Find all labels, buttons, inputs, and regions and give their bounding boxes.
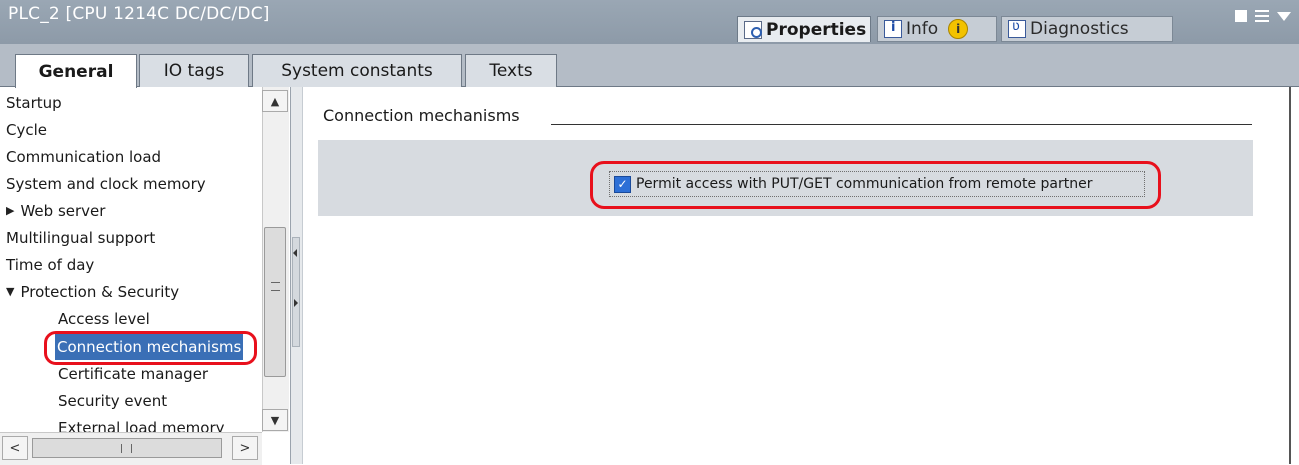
nav-item-label: Startup bbox=[6, 93, 62, 112]
nav-item-label: System and clock memory bbox=[6, 174, 206, 193]
nav-item-connection-mechanisms[interactable]: Connection mechanisms bbox=[53, 332, 245, 361]
vertical-scroll-thumb[interactable] bbox=[264, 227, 286, 377]
float-window-icon[interactable] bbox=[1235, 10, 1247, 22]
nav-item-multilingual-support[interactable]: Multilingual support bbox=[6, 224, 155, 251]
tab-diagnostics[interactable]: Diagnostics bbox=[1001, 16, 1173, 42]
window-controls bbox=[1235, 10, 1291, 22]
right-border bbox=[1289, 87, 1299, 464]
expand-right-icon[interactable] bbox=[294, 299, 298, 307]
chevron-down-icon[interactable] bbox=[1277, 11, 1291, 21]
nav-item-protection-security[interactable]: ▼ Protection & Security bbox=[6, 278, 179, 305]
nav-item-label: Multilingual support bbox=[6, 228, 156, 247]
tab-system-constants[interactable]: System constants bbox=[252, 54, 462, 87]
nav-item-communication-load[interactable]: Communication load bbox=[6, 143, 161, 170]
nav-item-label: Web server bbox=[20, 201, 106, 220]
nav-item-time-of-day[interactable]: Time of day bbox=[6, 251, 94, 278]
permit-put-get-checkbox[interactable]: ✓ bbox=[614, 175, 631, 193]
nav-item-access-level[interactable]: Access level bbox=[58, 305, 150, 332]
tab-info[interactable]: Info i bbox=[877, 16, 997, 42]
info-warning-icon: i bbox=[948, 19, 969, 39]
expand-arrow-icon[interactable]: ▶ bbox=[6, 204, 14, 217]
scroll-right-icon[interactable]: > bbox=[232, 436, 258, 460]
tab-properties-label: Properties bbox=[766, 19, 867, 40]
panel-splitter[interactable] bbox=[291, 87, 303, 464]
menu-lines-icon[interactable] bbox=[1255, 10, 1269, 22]
nav-item-label: Access level bbox=[58, 309, 150, 328]
tab-texts[interactable]: Texts bbox=[465, 54, 557, 87]
scroll-up-icon[interactable]: ▲ bbox=[262, 90, 288, 112]
tab-diagnostics-label: Diagnostics bbox=[1030, 19, 1129, 39]
tab-properties[interactable]: Properties bbox=[737, 16, 871, 42]
nav-item-startup[interactable]: Startup bbox=[6, 89, 62, 116]
collapse-arrow-icon[interactable]: ▼ bbox=[6, 285, 14, 298]
nav-item-web-server[interactable]: ▶ Web server bbox=[6, 197, 105, 224]
properties-icon bbox=[744, 20, 762, 39]
section-title: Connection mechanisms bbox=[323, 106, 520, 125]
nav-item-certificate-manager[interactable]: Certificate manager bbox=[58, 360, 208, 387]
permit-put-get-label: Permit access with PUT/GET communication… bbox=[636, 176, 1093, 192]
horizontal-scroll-thumb[interactable] bbox=[32, 438, 222, 458]
nav-item-label: Time of day bbox=[6, 255, 95, 274]
section-divider bbox=[551, 124, 1252, 125]
inspector-title-bar: PLC_2 [CPU 1214C DC/DC/DC] Properties In… bbox=[0, 0, 1299, 44]
property-navigation-tree: Startup Cycle Communication load System … bbox=[0, 87, 291, 465]
nav-item-label: Cycle bbox=[6, 120, 47, 139]
nav-item-label: Security event bbox=[58, 391, 168, 410]
collapse-left-icon[interactable] bbox=[293, 249, 297, 257]
window-title: PLC_2 [CPU 1214C DC/DC/DC] bbox=[8, 4, 270, 24]
nav-item-label: Protection & Security bbox=[20, 282, 180, 301]
nav-item-cycle[interactable]: Cycle bbox=[6, 116, 47, 143]
diagnostics-icon bbox=[1008, 19, 1026, 38]
tab-info-label: Info bbox=[906, 19, 939, 39]
info-icon bbox=[884, 20, 902, 38]
nav-item-label: Connection mechanisms bbox=[57, 337, 242, 356]
scroll-left-icon[interactable]: < bbox=[2, 436, 28, 460]
nav-item-label: Certificate manager bbox=[58, 364, 209, 383]
nav-item-system-clock-memory[interactable]: System and clock memory bbox=[6, 170, 206, 197]
tab-general[interactable]: General bbox=[15, 54, 137, 88]
tab-io-tags[interactable]: IO tags bbox=[139, 54, 249, 87]
nav-item-security-event[interactable]: Security event bbox=[58, 387, 167, 414]
permit-put-get-checkbox-row[interactable]: ✓ Permit access with PUT/GET communicati… bbox=[609, 171, 1145, 197]
property-tab-strip: General IO tags System constants Texts bbox=[0, 44, 1299, 88]
scroll-down-icon[interactable]: ▼ bbox=[262, 409, 288, 431]
nav-item-label: Communication load bbox=[6, 147, 162, 166]
